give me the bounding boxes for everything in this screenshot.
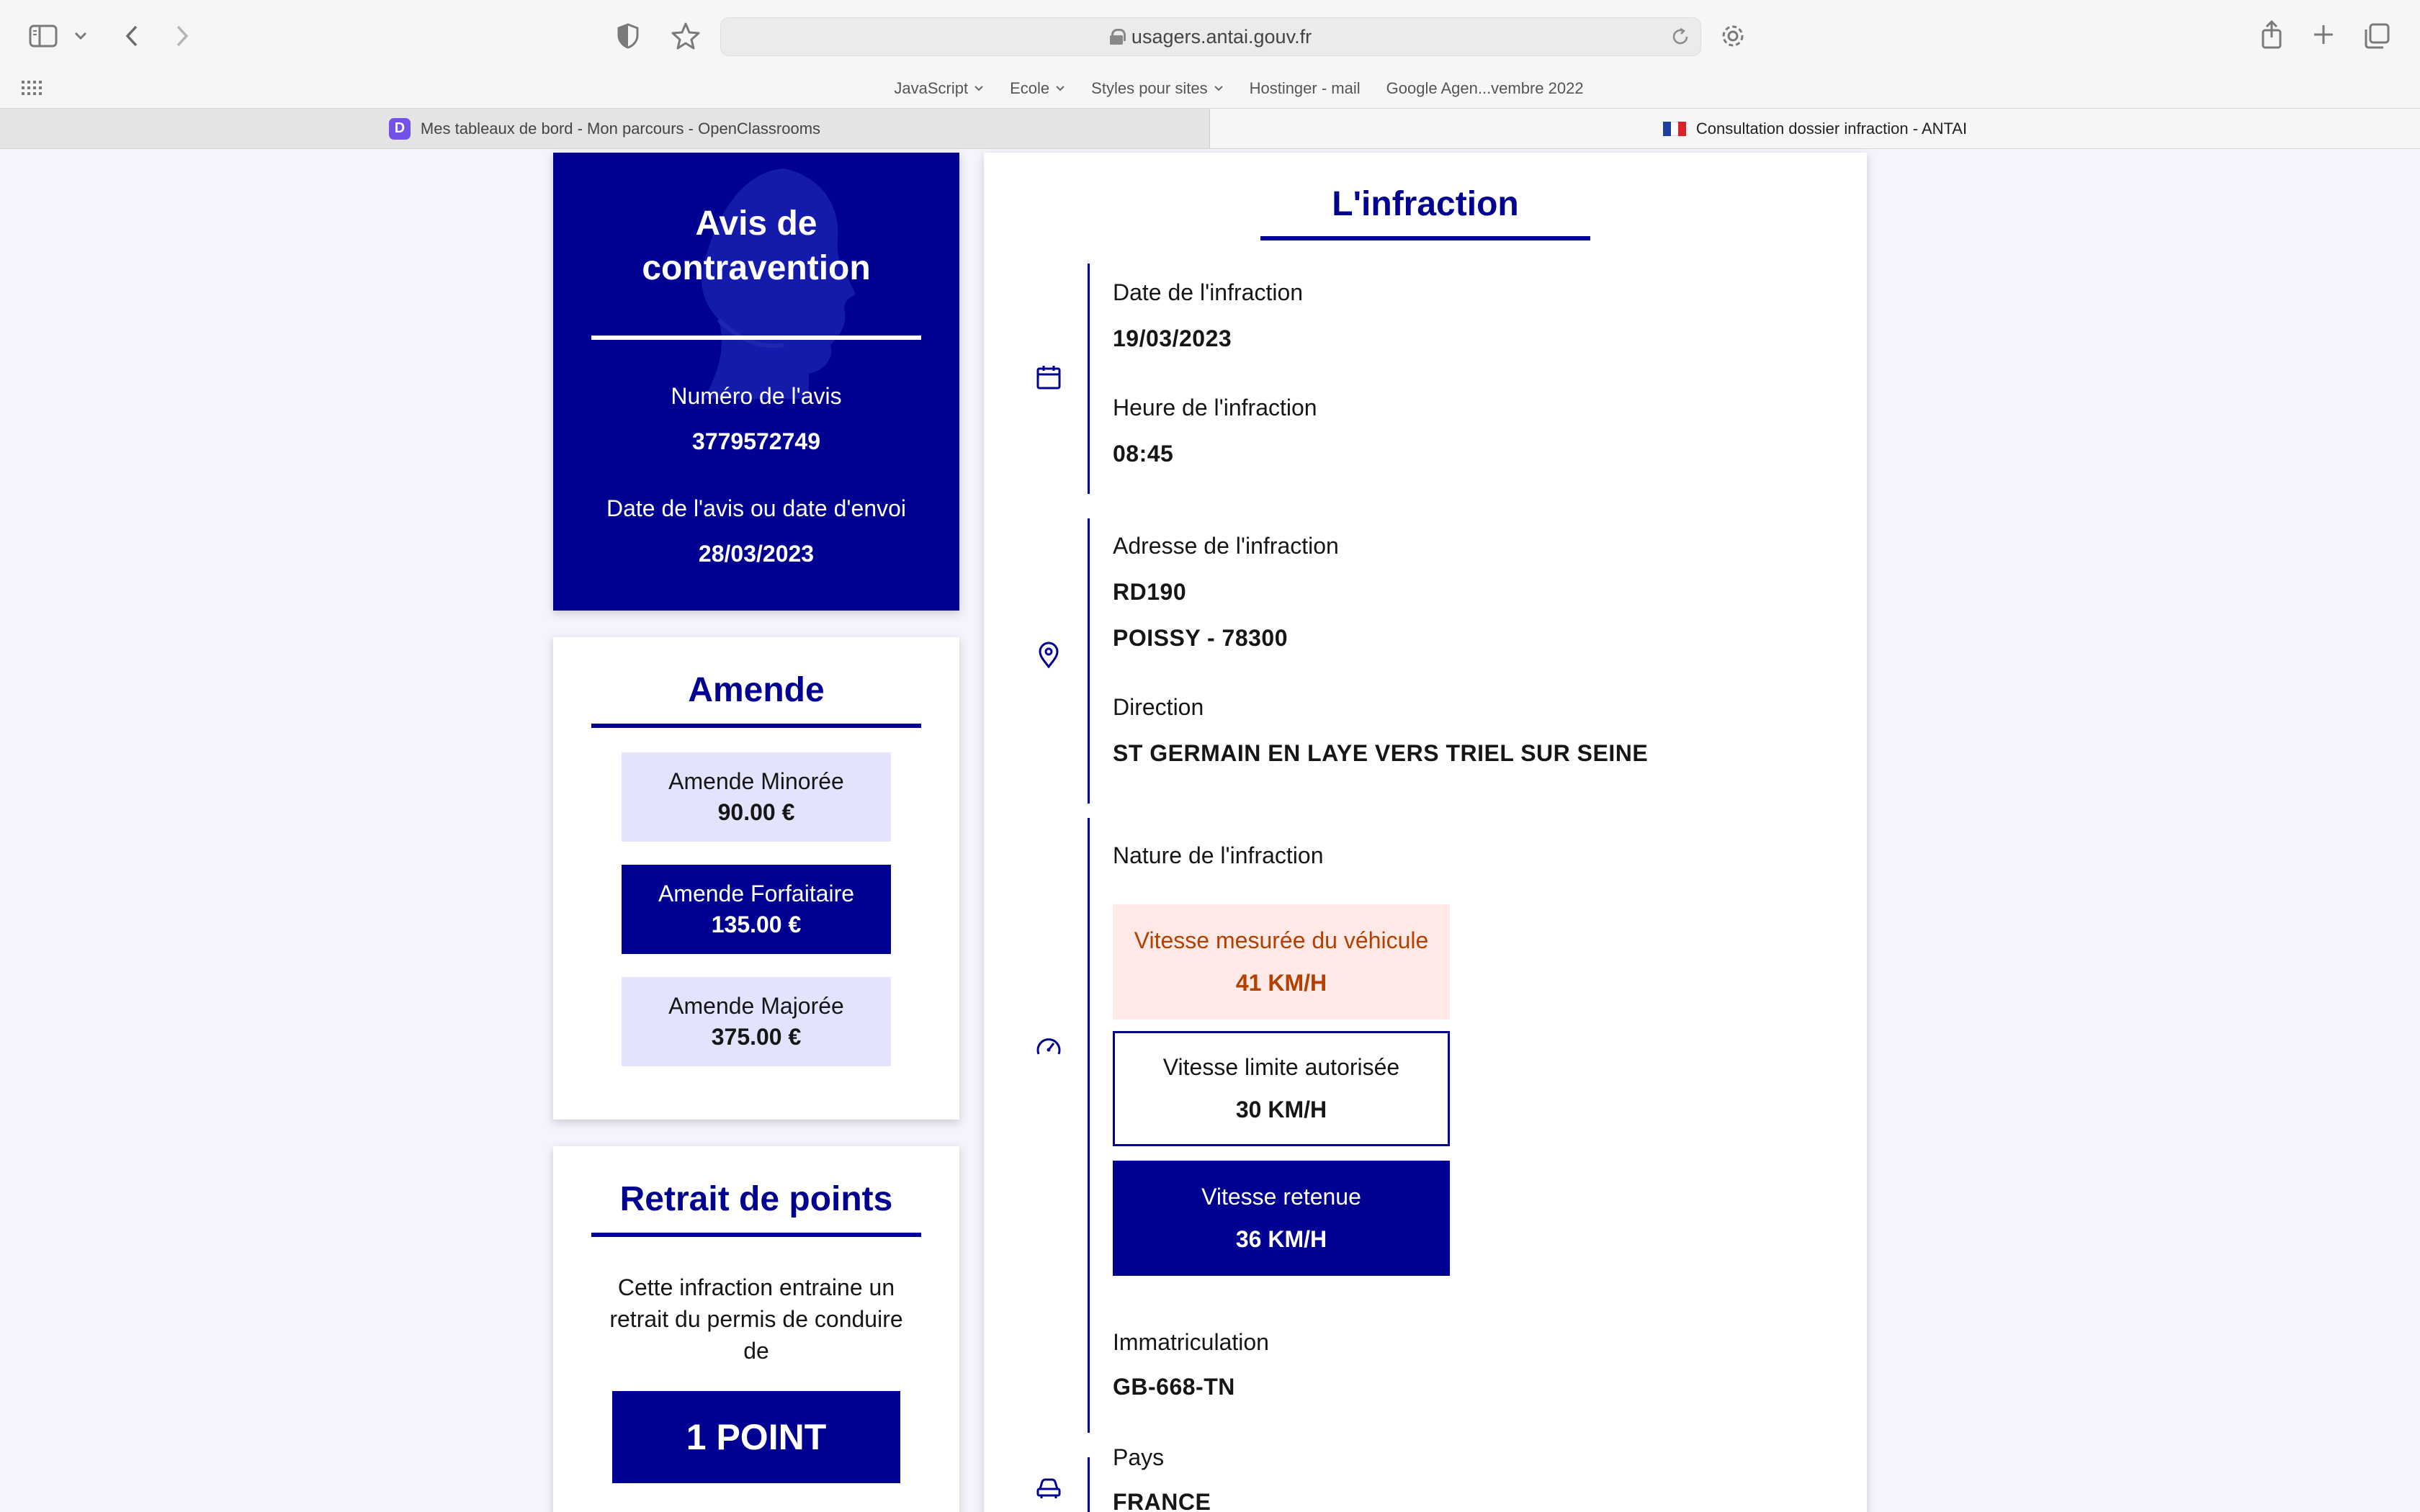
bookmark-styles[interactable]: Styles pour sites xyxy=(1091,72,1223,105)
tab-label: Consultation dossier infraction - ANTAI xyxy=(1695,119,1968,138)
adresse-line1: RD190 xyxy=(1113,579,1187,605)
pays-label: Pays xyxy=(1113,1444,1165,1470)
car-icon xyxy=(1036,1478,1061,1498)
chevron-down-icon xyxy=(1214,86,1223,91)
tab-bar: D Mes tableaux de bord - Mon parcours - … xyxy=(0,108,2420,149)
date-avis-value: 28/03/2023 xyxy=(698,541,815,567)
calendar-icon xyxy=(1036,366,1061,390)
tab-overview-icon[interactable] xyxy=(2362,22,2391,50)
bookmark-ecole[interactable]: Ecole xyxy=(1010,72,1065,105)
chevron-down-icon[interactable] xyxy=(72,27,89,45)
divider xyxy=(591,336,921,340)
bookmark-hostinger[interactable]: Hostinger - mail xyxy=(1250,72,1361,105)
nature-label: Nature de l'infraction xyxy=(1113,842,1324,868)
date-infraction-label: Date de l'infraction xyxy=(1113,279,1304,305)
immatriculation-label: Immatriculation xyxy=(1113,1329,1269,1355)
numero-avis-value: 3779572749 xyxy=(692,428,820,454)
amende-card: Amende Amende Minorée 90.00 € Amende For… xyxy=(553,637,959,1120)
gear-icon[interactable] xyxy=(1718,22,1747,50)
infraction-title: L'infraction xyxy=(1332,185,1519,223)
back-icon[interactable] xyxy=(120,22,144,50)
group-divider-line xyxy=(1088,818,1090,1433)
forward-icon[interactable] xyxy=(170,22,194,50)
new-tab-icon[interactable] xyxy=(2311,22,2336,48)
share-icon[interactable] xyxy=(2259,19,2285,50)
heure-infraction-label: Heure de l'infraction xyxy=(1113,395,1317,420)
points-value-box: 1 POINT xyxy=(612,1391,900,1483)
retrait-points-card: Retrait de points Cette infraction entra… xyxy=(553,1146,959,1512)
amende-minoree-box: Amende Minorée 90.00 € xyxy=(622,752,891,842)
sidebar-toggle-icon[interactable] xyxy=(27,22,59,50)
address-bar[interactable]: usagers.antai.gouv.fr xyxy=(720,17,1701,56)
heure-infraction-value: 08:45 xyxy=(1113,441,1174,467)
group-divider-line xyxy=(1088,264,1090,494)
browser-toolbar: usagers.antai.gouv.fr xyxy=(0,0,2420,72)
bookmark-google-agenda[interactable]: Google Agen...vembre 2022 xyxy=(1386,72,1584,105)
pays-value: FRANCE xyxy=(1113,1489,1211,1512)
amende-title: Amende xyxy=(688,671,825,709)
reload-icon[interactable] xyxy=(1670,27,1690,52)
retrait-points-title: Retrait de points xyxy=(619,1180,893,1218)
amende-majoree-box: Amende Majorée 375.00 € xyxy=(622,977,891,1066)
amende-forfaitaire-box: Amende Forfaitaire 135.00 € xyxy=(622,865,891,954)
vitesse-limite-box: Vitesse limite autorisée 30 KM/H xyxy=(1113,1031,1450,1146)
avis-title: Avis de contravention xyxy=(642,204,871,287)
openclassrooms-logo-icon: D xyxy=(388,117,411,140)
chevron-down-icon xyxy=(1056,86,1065,91)
avis-contravention-card: Avis de contravention Numéro de l'avis 3… xyxy=(553,153,959,611)
french-flag-icon xyxy=(1662,121,1686,136)
divider xyxy=(1260,236,1590,240)
date-infraction-value: 19/03/2023 xyxy=(1113,325,1232,351)
privacy-shield-icon[interactable] xyxy=(614,22,642,50)
apps-grid-icon[interactable] xyxy=(22,79,42,99)
tab-openclassrooms[interactable]: D Mes tableaux de bord - Mon parcours - … xyxy=(0,109,1210,148)
adresse-line2: POISSY - 78300 xyxy=(1113,625,1288,651)
group-divider-line xyxy=(1088,518,1090,804)
bookmark-javascript[interactable]: JavaScript xyxy=(894,72,984,105)
adresse-label: Adresse de l'infraction xyxy=(1113,533,1339,559)
divider xyxy=(591,1233,921,1237)
lock-icon xyxy=(1109,29,1126,45)
speedometer-icon xyxy=(1036,1038,1061,1055)
date-avis-label: Date de l'avis ou date d'envoi xyxy=(606,495,907,521)
chevron-down-icon xyxy=(974,86,983,91)
divider xyxy=(591,724,921,728)
tab-label: Mes tableaux de bord - Mon parcours - Op… xyxy=(420,119,821,138)
bookmark-star-icon[interactable] xyxy=(670,20,702,52)
retrait-points-text: Cette infraction entraine un retrait du … xyxy=(609,1274,903,1364)
bookmarks-bar: JavaScript Ecole Styles pour sites Hosti… xyxy=(0,72,2420,105)
immatriculation-value: GB-668-TN xyxy=(1113,1374,1235,1400)
vitesse-mesuree-box: Vitesse mesurée du véhicule 41 KM/H xyxy=(1113,904,1450,1020)
vitesse-retenue-box: Vitesse retenue 36 KM/H xyxy=(1113,1161,1450,1276)
group-divider-line xyxy=(1088,1457,1090,1512)
infraction-card: L'infraction Date de l'infraction 19/03/… xyxy=(984,153,1867,1512)
direction-value: ST GERMAIN EN LAYE VERS TRIEL SUR SEINE xyxy=(1113,740,1649,766)
browser-chrome: usagers.antai.gouv.fr JavaScript Ecole S… xyxy=(0,0,2420,149)
tab-antai[interactable]: Consultation dossier infraction - ANTAI xyxy=(1210,109,2420,148)
url-text: usagers.antai.gouv.fr xyxy=(1131,25,1312,48)
numero-avis-label: Numéro de l'avis xyxy=(671,383,842,409)
direction-label: Direction xyxy=(1113,694,1204,720)
location-pin-icon xyxy=(1039,642,1059,669)
